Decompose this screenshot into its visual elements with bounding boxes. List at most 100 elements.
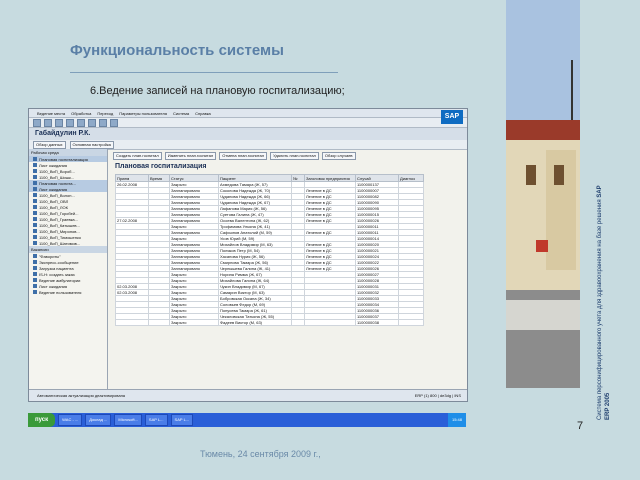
start-button[interactable]: пуск — [28, 413, 56, 427]
folder-icon — [33, 181, 37, 185]
taskbar-item[interactable]: Доклад ... — [85, 414, 112, 426]
column-header[interactable]: Статус — [169, 174, 219, 182]
menu-item-2[interactable]: Обработка — [71, 111, 91, 116]
find-icon[interactable] — [99, 118, 107, 127]
table-cell: Закрыто — [169, 319, 219, 326]
taskbar-item[interactable]: WAC - ... — [58, 414, 83, 426]
save-icon[interactable] — [44, 118, 52, 127]
table-cell — [148, 319, 170, 326]
taskbar-item[interactable]: Microsoft... — [114, 414, 142, 426]
folder-icon — [33, 241, 37, 245]
windows-taskbar: пуск WAC - ... Доклад ... Microsoft... S… — [28, 413, 466, 427]
worklist-item-label: 1100_ВиП_Волон... — [39, 192, 75, 198]
table-body: 26.02.2008 Закрыто Ахмедова Тамара (Ж, 57)… — [115, 181, 424, 326]
case-overview-button[interactable]: Обзор случаев — [321, 152, 356, 160]
column-header[interactable]: Пациент — [218, 174, 292, 182]
exit-icon[interactable] — [66, 118, 74, 127]
worklist-item-label: 1100_ВиП_Шишк... — [39, 174, 75, 180]
folder-icon — [33, 169, 37, 173]
column-header[interactable]: № — [291, 174, 305, 182]
folder-icon — [33, 211, 37, 215]
folder-icon — [33, 223, 37, 227]
create-admission-button[interactable]: Создать план.госпитал — [113, 152, 162, 160]
side-caption: Система персонифицированного учета для з… — [596, 180, 628, 420]
worklist-panel: Рабочая среда Плановая госпитализация Ли… — [29, 149, 108, 389]
sap-window: Ведение места Обработка Переход Параметр… — [28, 108, 468, 402]
settings-button[interactable]: Основная настройка — [69, 140, 114, 149]
favorite-item-label: IS-H: создать заказ — [39, 271, 75, 277]
worklist-item-label: 1100_ВиП_Тимошенко — [39, 234, 81, 240]
table-cell — [291, 319, 305, 326]
worklist-item-label: Плановая госпита... — [39, 180, 76, 186]
worklist-item-label: 1100_ВиП_Катышев... — [39, 222, 80, 228]
panel-title: Плановая госпитализация — [115, 163, 207, 170]
title-divider — [70, 72, 338, 73]
vacancies-header: Вакансии — [29, 246, 107, 253]
folder-icon — [33, 229, 37, 233]
cancel-icon[interactable] — [77, 118, 85, 127]
worklist-item-label: 1100_ВиП_Вороб... — [39, 168, 75, 174]
worklist-item-label: Лист ожидания — [39, 186, 68, 192]
worklist-item-label: 1100_ВиП_ЛОК — [39, 204, 68, 210]
cancel-admission-button[interactable]: Отмена план.госпитал — [219, 152, 268, 160]
building-photo — [506, 0, 580, 388]
slide-footer: Тюмень, 24 сентября 2009 г., — [200, 449, 321, 459]
worklist-item-label: 1100_ВиП_Горобей... — [39, 210, 79, 216]
table-cell — [398, 319, 424, 326]
print-icon[interactable] — [88, 118, 96, 127]
folder-icon — [33, 199, 37, 203]
back-icon[interactable] — [55, 118, 63, 127]
table-cell — [115, 319, 149, 326]
edit-admission-button[interactable]: Изменить план.госпитал — [164, 152, 217, 160]
favorites-label: "Фавориты" — [39, 253, 61, 259]
favorite-item[interactable]: Ведение пользователя — [29, 289, 107, 295]
sap-logo: SAP — [441, 110, 463, 124]
table-cell — [304, 319, 356, 326]
column-header[interactable]: Заголовок предприятия — [304, 174, 356, 182]
transaction-icon — [33, 266, 37, 270]
menu-item-6[interactable]: Справка — [195, 111, 211, 116]
taskbar-item[interactable]: SAP L... — [170, 414, 194, 426]
status-bar: Автоматическая актуализация деактивирова… — [29, 389, 467, 401]
table-cell: Фадеев Виктор (М, 63) — [218, 319, 292, 326]
favorite-item-label: Лист ожидания — [39, 283, 68, 289]
enter-icon[interactable] — [33, 118, 41, 127]
planned-admissions-panel: Создать план.госпитал Изменить план.госп… — [111, 149, 463, 389]
taskbar-item[interactable]: SAP L... — [144, 414, 168, 426]
menu-item-4[interactable]: Параметры пользователя — [119, 111, 167, 116]
delete-admission-button[interactable]: Удалить план.госпитал — [270, 152, 319, 160]
star-icon — [33, 254, 37, 258]
favorite-item-label: Экспресс-сообщение — [39, 259, 79, 265]
menu-item-5[interactable]: Система — [173, 111, 189, 116]
folder-icon — [33, 163, 37, 167]
favorite-item-label: Загрузка пациента — [39, 265, 74, 271]
workspace-header: Рабочая среда — [29, 149, 107, 156]
page-number: 7 — [577, 420, 584, 432]
slide-title: Функциональность системы — [70, 42, 284, 59]
menu-item-3[interactable]: Переход — [97, 111, 113, 116]
folder-icon — [33, 193, 37, 197]
system-info: ERP (1) 800 | de3dg | INS — [414, 393, 461, 398]
content-area: Рабочая среда Плановая госпитализация Ли… — [29, 149, 467, 389]
menu-item-1[interactable]: Ведение места — [37, 111, 65, 116]
table-row[interactable]: Закрыто Фадеев Виктор (М, 63) 1100000038 — [115, 319, 424, 326]
transaction-icon — [33, 272, 37, 276]
transaction-icon — [33, 290, 37, 294]
action-buttons: Создать план.госпитал Изменить план.госп… — [111, 149, 463, 163]
clock: 15:48 — [447, 413, 466, 427]
column-header[interactable]: Прием — [115, 174, 149, 182]
help-icon[interactable] — [110, 118, 118, 127]
admissions-table: Прием Время Статус Пациент № Заголовок предпр… — [115, 174, 424, 326]
folder-icon — [33, 217, 37, 221]
column-header[interactable]: Время — [148, 174, 170, 182]
overview-button[interactable]: Обзор данных — [33, 140, 66, 149]
slide-subtitle: 6.Ведение записей на плановую госпитализ… — [90, 85, 345, 97]
folder-icon — [33, 175, 37, 179]
folder-icon — [33, 157, 37, 161]
transaction-icon — [33, 260, 37, 264]
favorite-item-label: Ведение амбулатории — [39, 277, 81, 283]
column-header[interactable]: Случай — [355, 174, 399, 182]
favorite-item-label: Ведение пользователя — [39, 289, 82, 295]
user-title: Габайдулин Р.К. — [29, 128, 467, 140]
column-header[interactable]: Диагноз — [398, 174, 424, 182]
